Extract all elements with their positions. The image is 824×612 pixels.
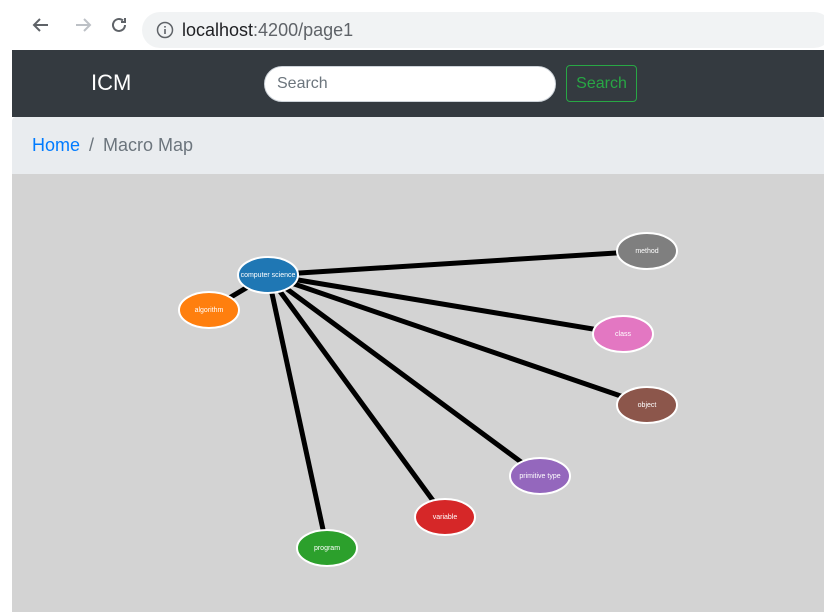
edge-computer-science-primitive-type	[266, 272, 542, 479]
search-button[interactable]: Search	[566, 65, 637, 102]
edge-computer-science-object	[267, 272, 648, 408]
info-icon[interactable]	[156, 21, 174, 39]
node-label: primitive type	[519, 473, 560, 480]
macro-map-canvas[interactable]: computer science algorithm method class obje…	[12, 174, 824, 612]
breadcrumb-home-link[interactable]: Home	[32, 135, 80, 156]
browser-toolbar: localhost:4200/page1	[0, 0, 824, 48]
node-algorithm[interactable]: algorithm	[178, 291, 240, 329]
node-primitive-type[interactable]: primitive type	[509, 457, 571, 495]
forward-arrow-icon[interactable]	[73, 14, 95, 36]
brand-logo[interactable]: ICM	[91, 70, 131, 96]
breadcrumb-current: Macro Map	[103, 135, 194, 155]
app-navbar: ICM Search	[12, 50, 824, 117]
node-program[interactable]: program	[296, 529, 358, 567]
reload-icon[interactable]	[108, 14, 130, 36]
url-text: localhost:4200/page1	[182, 20, 353, 41]
breadcrumb-separator: /	[89, 135, 95, 155]
url-host: localhost	[182, 20, 254, 40]
node-object[interactable]: object	[616, 386, 678, 424]
search-input[interactable]	[264, 66, 556, 102]
node-label: computer science	[241, 272, 296, 279]
url-path: :4200/page1	[253, 20, 354, 40]
concept-graph[interactable]: computer science algorithm method class obje…	[12, 174, 824, 612]
address-bar[interactable]: localhost:4200/page1	[142, 12, 824, 48]
back-arrow-icon[interactable]	[29, 14, 51, 36]
node-variable[interactable]: variable	[414, 498, 476, 536]
node-label: program	[314, 545, 340, 552]
node-label: object	[638, 402, 657, 409]
node-label: class	[615, 331, 631, 338]
edge-computer-science-method	[267, 248, 648, 278]
node-method[interactable]: method	[616, 232, 678, 270]
node-label: method	[635, 248, 658, 255]
edge-computer-science-class	[267, 272, 624, 337]
breadcrumb: Home / Macro Map	[12, 117, 824, 174]
node-computer-science[interactable]: computer science	[237, 256, 299, 294]
node-class[interactable]: class	[592, 315, 654, 353]
node-label: algorithm	[195, 307, 224, 314]
node-label: variable	[433, 514, 458, 521]
